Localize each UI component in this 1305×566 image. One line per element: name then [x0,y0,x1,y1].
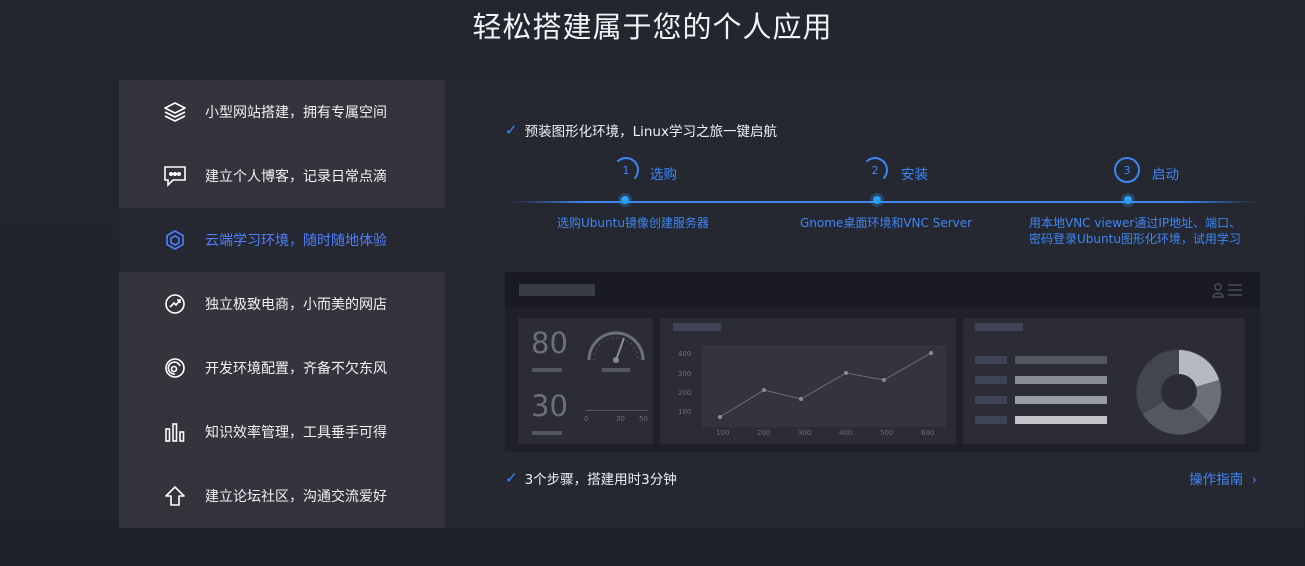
sidebar-item-ecommerce[interactable]: 独立极致电商，小而美的网店 [119,272,445,336]
page-title: 轻松搭建属于您的个人应用 [472,10,833,44]
bar-chart-icon [163,420,187,444]
chevron-right-icon: › [1251,472,1257,488]
operation-guide-link[interactable]: 操作指南 › [1189,468,1257,488]
line-x-tick: 500 [880,429,894,437]
step-3-dot [1124,196,1132,204]
legend-swatch-1 [975,356,1007,364]
intro-text: 预装图形化环境，Linux学习之旅一键启航 [524,124,777,140]
sidebar-item-label: 建立个人博客，记录日常点滴 [205,169,387,185]
gauge-icon [587,331,645,363]
spiral-icon [163,356,187,380]
step-2-number: 2 [871,163,879,177]
step-1-title: 选购 [650,167,677,183]
check-icon: ✓ [505,121,518,139]
step-2-dot [873,196,881,204]
user-menu-icon [1212,283,1242,298]
dashboard-preview-image: 80 30 0 30 50 400 300 200 100 100 200 30… [505,272,1260,452]
sidebar-item-label: 云端学习环境，随时随地体验 [205,233,387,249]
stat-value-1: 80 [531,326,568,360]
step-2-title: 安装 [901,167,928,183]
dashboard-preview-topbar [505,272,1260,308]
sidebar-item-forum[interactable]: 建立论坛社区，沟通交流爱好 [119,464,445,528]
cube-icon [163,228,187,252]
check-icon: ✓ [505,469,518,487]
step-1-number: 1 [622,163,630,177]
line-x-tick: 100 [716,429,730,437]
legend-swatch-3 [975,396,1007,404]
step-3-desc-line2: 密码登录Ubuntu图形化环境，试用学习 [1029,232,1241,246]
sidebar-item-small-website[interactable]: 小型网站搭建，拥有专属空间 [119,80,445,144]
step-3-number: 3 [1123,163,1131,177]
step-2-desc: Gnome桌面环境和VNC Server [800,216,973,230]
dashboard-donut-card [963,318,1245,444]
legend-bar-4 [1015,416,1107,424]
line-chart-series [718,351,933,419]
legend-swatch-4 [975,416,1007,424]
stat-bar-2 [532,431,562,435]
line-y-tick: 300 [678,370,692,378]
legend-bar-2 [1015,376,1107,384]
sidebar-item-dev-env[interactable]: 开发环境配置，齐备不欠东风 [119,336,445,400]
step-1-dot [621,196,629,204]
sidebar-item-learning-env[interactable]: 云端学习环境，随时随地体验 [119,208,445,272]
sidebar-item-knowledge-mgmt[interactable]: 知识效率管理，工具垂手可得 [119,400,445,464]
line-x-tick: 400 [839,429,853,437]
summary-text: 3个步骤，搭建用时3分钟 [524,472,677,488]
gauge-bar [602,368,630,372]
dashboard-stats-card: 80 30 0 30 50 [518,318,653,444]
upload-arrow-icon [163,484,187,508]
gauge-tick-1: 30 [616,415,625,423]
chat-bubble-icon [163,164,187,188]
legend-swatch-2 [975,376,1007,384]
sidebar-item-label: 知识效率管理，工具垂手可得 [205,425,387,441]
sidebar-item-label: 小型网站搭建，拥有专属空间 [205,105,387,121]
summary-row: ✓ 3个步骤，搭建用时3分钟 [505,468,677,488]
step-2-circle: 2 [862,157,888,183]
sidebar-item-blog[interactable]: 建立个人博客，记录日常点滴 [119,144,445,208]
donut-card-title-block [975,323,1023,331]
operation-guide-label: 操作指南 [1189,472,1244,488]
step-3-desc-line1: 用本地VNC viewer通过IP地址、端口、 [1029,216,1242,230]
dashboard-preview-title-block [519,284,595,296]
stat-value-2: 30 [531,389,568,423]
legend-bar-3 [1015,396,1107,404]
gauge-tick-0: 0 [584,415,589,423]
legend-bar-1 [1015,356,1107,364]
stat-bar-1 [532,368,562,372]
step-3-circle: 3 [1114,157,1140,183]
layers-icon [163,100,187,124]
step-3-title: 启动 [1152,167,1179,183]
sidebar-item-label: 开发环境配置，齐备不欠东风 [205,361,387,377]
donut-chart [1136,349,1222,435]
step-1-desc: 选购Ubuntu镜像创建服务器 [557,216,709,230]
trend-chart-icon [163,292,187,316]
dashboard-line-chart-card: 400 300 200 100 100 200 300 400 500 600 [660,318,956,444]
line-x-tick: 600 [921,429,935,437]
content-area: ✓ 预装图形化环境，Linux学习之旅一键启航 1 选购 选购Ubuntu镜像创… [445,80,1305,528]
line-y-tick: 200 [678,389,692,397]
sidebar: 小型网站搭建，拥有专属空间 建立个人博客，记录日常点滴 云端学习环境，随时随地体… [119,80,445,528]
step-3-desc: 用本地VNC viewer通过IP地址、端口、 密码登录Ubuntu图形化环境，… [1029,215,1241,247]
step-1-circle: 1 [613,157,639,183]
sidebar-item-label: 独立极致电商，小而美的网店 [205,297,387,313]
line-y-tick: 400 [678,350,692,358]
sidebar-item-label: 建立论坛社区，沟通交流爱好 [205,489,387,505]
gauge-scale-line [586,410,648,411]
intro-row: ✓ 预装图形化环境，Linux学习之旅一键启航 [505,120,777,140]
gauge-tick-2: 50 [639,415,648,423]
line-y-tick: 100 [678,408,692,416]
line-x-tick: 300 [798,429,812,437]
line-card-title-block [673,323,721,331]
line-x-tick: 200 [757,429,771,437]
